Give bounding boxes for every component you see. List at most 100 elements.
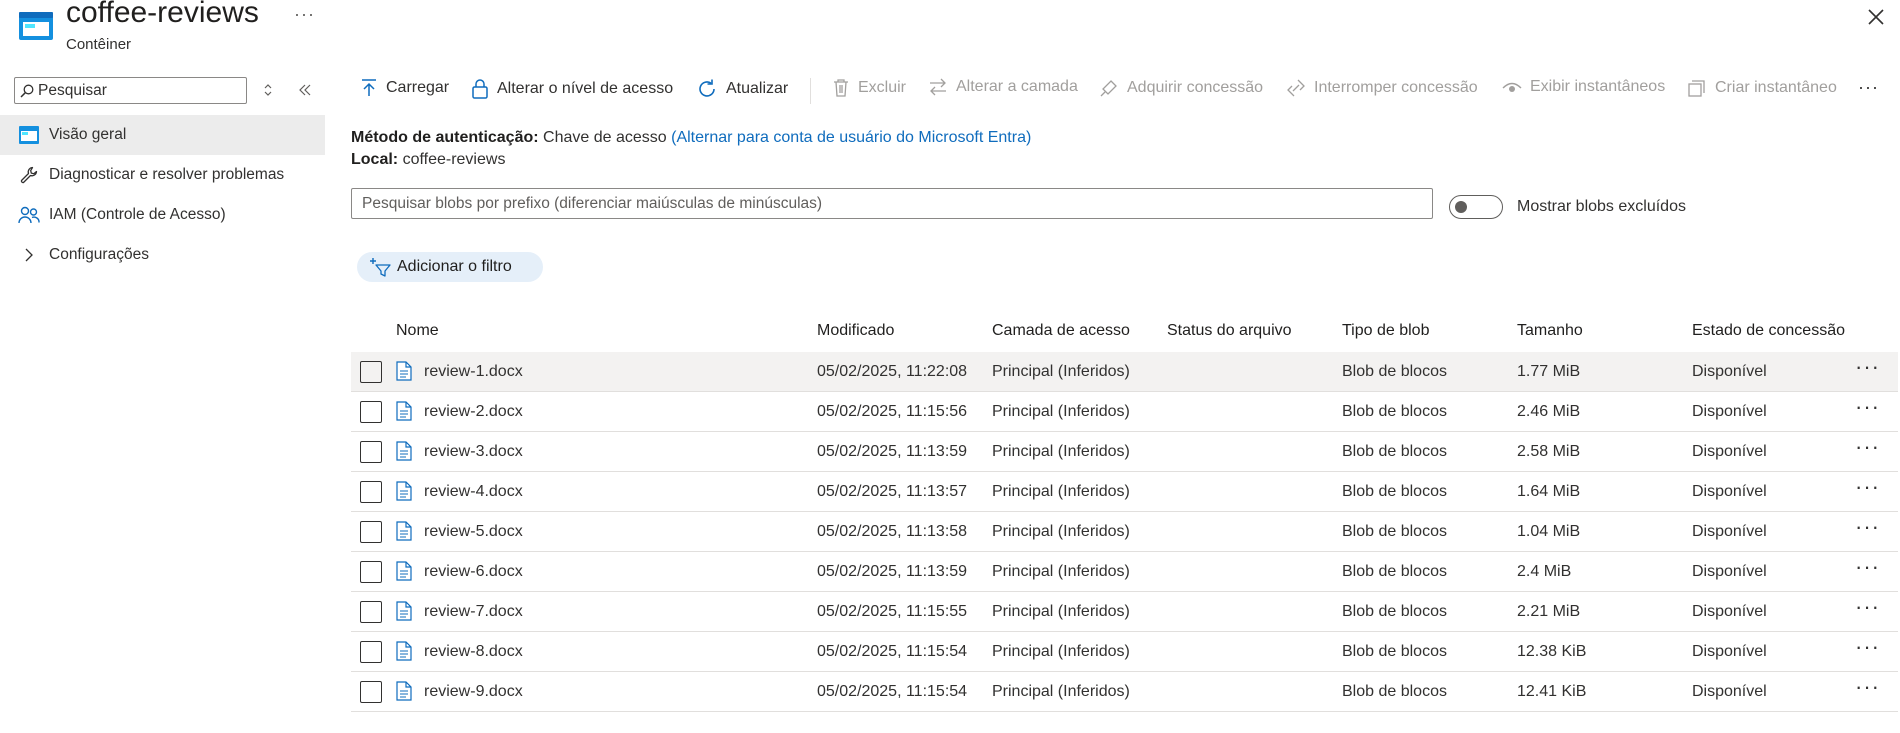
row-more-button[interactable]: ···	[1855, 676, 1880, 698]
document-icon	[396, 681, 412, 701]
table-row[interactable]: review-3.docx 05/02/2025, 11:13:59 Princ…	[351, 432, 1898, 472]
table-row[interactable]: review-2.docx 05/02/2025, 11:15:56 Princ…	[351, 392, 1898, 432]
create-snapshot-label: Criar instantâneo	[1715, 79, 1837, 96]
row-more-button[interactable]: ···	[1855, 556, 1880, 578]
sidebar-item-iam[interactable]: IAM (Controle de Acesso)	[0, 195, 325, 235]
change-access-level-button[interactable]: Alterar o nível de acesso	[471, 78, 673, 100]
row-more-button[interactable]: ···	[1855, 476, 1880, 498]
row-checkbox[interactable]	[360, 641, 382, 663]
blob-name-link[interactable]: review-5.docx	[424, 523, 523, 541]
toolbar-divider	[810, 78, 811, 104]
refresh-button[interactable]: Atualizar	[696, 78, 788, 100]
blob-lease-state: Disponível	[1692, 403, 1767, 420]
row-checkbox[interactable]	[360, 401, 382, 423]
sidebar-item-overview[interactable]: Visão geral	[0, 115, 325, 155]
column-header-blob-type[interactable]: Tipo de blob	[1342, 322, 1429, 340]
title-more-button[interactable]: ···	[294, 4, 315, 25]
blob-prefix-search-input[interactable]	[351, 188, 1433, 219]
row-more-button[interactable]: ···	[1855, 516, 1880, 538]
table-row[interactable]: review-8.docx 05/02/2025, 11:15:54 Princ…	[351, 632, 1898, 672]
blob-size: 1.04 MiB	[1517, 523, 1581, 540]
add-filter-button[interactable]: Adicionar o filtro	[357, 252, 543, 282]
toolbar-more-button[interactable]: ···	[1858, 77, 1879, 98]
row-more-button[interactable]: ···	[1855, 596, 1880, 618]
document-icon	[396, 441, 412, 461]
access-level-label: Alterar o nível de acesso	[497, 80, 674, 97]
blob-name-link[interactable]: review-4.docx	[424, 483, 523, 501]
table-header: Nome Modificado Camada de acesso Status …	[351, 314, 1898, 353]
blob-name-link[interactable]: review-7.docx	[424, 603, 523, 621]
blob-tier: Principal (Inferidos)	[992, 363, 1130, 380]
column-header-tier[interactable]: Camada de acesso	[992, 322, 1130, 340]
table-row[interactable]: review-5.docx 05/02/2025, 11:13:58 Princ…	[351, 512, 1898, 552]
acquire-lease-button[interactable]: Adquirir concessão	[1099, 78, 1263, 98]
column-header-size[interactable]: Tamanho	[1517, 322, 1583, 340]
blob-type: Blob de blocos	[1342, 563, 1447, 580]
blob-lease-state: Disponível	[1692, 643, 1767, 660]
blob-tier: Principal (Inferidos)	[992, 483, 1130, 500]
blob-size: 1.64 MiB	[1517, 483, 1581, 500]
location-label: Local:	[351, 151, 399, 168]
change-tier-button[interactable]: Alterar a camada	[928, 78, 1078, 96]
table-row[interactable]: review-1.docx 05/02/2025, 11:22:08 Princ…	[351, 352, 1898, 392]
close-button[interactable]	[1865, 6, 1887, 28]
add-filter-label: Adicionar o filtro	[397, 258, 512, 275]
blob-name-link[interactable]: review-2.docx	[424, 403, 523, 421]
row-more-button[interactable]: ···	[1855, 356, 1880, 378]
row-more-button[interactable]: ···	[1855, 636, 1880, 658]
row-checkbox[interactable]	[360, 561, 382, 583]
blob-name-link[interactable]: review-1.docx	[424, 363, 523, 381]
blob-modified: 05/02/2025, 11:15:54	[817, 683, 968, 700]
sidebar-item-label: Visão geral	[49, 126, 127, 143]
show-deleted-toggle[interactable]	[1449, 195, 1503, 219]
table-row[interactable]: review-9.docx 05/02/2025, 11:15:54 Princ…	[351, 672, 1898, 712]
column-header-lease-state[interactable]: Estado de concessão	[1692, 322, 1845, 340]
table-row[interactable]: review-6.docx 05/02/2025, 11:13:59 Princ…	[351, 552, 1898, 592]
column-header-modified[interactable]: Modificado	[817, 322, 894, 340]
switch-auth-link[interactable]: (Alternar para conta de usuário do Micro…	[671, 129, 1031, 146]
row-more-button[interactable]: ···	[1855, 396, 1880, 418]
auth-method-label: Método de autenticação:	[351, 129, 539, 146]
swap-arrows-icon	[928, 78, 948, 96]
table-row[interactable]: review-7.docx 05/02/2025, 11:15:55 Princ…	[351, 592, 1898, 632]
blob-size: 2.46 MiB	[1517, 403, 1581, 420]
row-checkbox[interactable]	[360, 481, 382, 503]
table-row[interactable]: review-4.docx 05/02/2025, 11:13:57 Princ…	[351, 472, 1898, 512]
sidebar-item-diagnose[interactable]: Diagnosticar e resolver problemas	[0, 155, 325, 195]
blob-type: Blob de blocos	[1342, 683, 1447, 700]
sidebar-item-label: Configurações	[49, 246, 149, 263]
delete-button[interactable]: Excluir	[832, 78, 906, 98]
upload-button[interactable]: Carregar	[360, 78, 449, 98]
toggle-knob	[1455, 201, 1467, 213]
auth-method-line: Método de autenticação: Chave de acesso …	[351, 129, 1031, 147]
collapse-sidebar-icon[interactable]	[298, 83, 312, 97]
blob-type: Blob de blocos	[1342, 603, 1447, 620]
sidebar-item-settings[interactable]: Configurações	[0, 235, 325, 275]
blob-lease-state: Disponível	[1692, 363, 1767, 380]
row-checkbox[interactable]	[360, 521, 382, 543]
blob-name-link[interactable]: review-8.docx	[424, 643, 523, 661]
acquire-lease-label: Adquirir concessão	[1127, 79, 1264, 96]
lock-icon	[471, 78, 489, 100]
column-header-name[interactable]: Nome	[396, 322, 439, 340]
create-snapshot-button[interactable]: Criar instantâneo	[1687, 78, 1837, 98]
blob-name-link[interactable]: review-3.docx	[424, 443, 523, 461]
blob-lease-state: Disponível	[1692, 443, 1767, 460]
row-more-button[interactable]: ···	[1855, 436, 1880, 458]
view-snapshots-button[interactable]: Exibir instantâneos	[1502, 78, 1665, 96]
blob-modified: 05/02/2025, 11:15:55	[817, 603, 968, 620]
row-checkbox[interactable]	[360, 681, 382, 703]
column-header-archive-status[interactable]: Status do arquivo	[1167, 322, 1292, 340]
row-checkbox[interactable]	[360, 361, 382, 383]
sidebar-search-input[interactable]	[34, 81, 228, 100]
sidebar-search[interactable]	[14, 77, 247, 104]
blob-modified: 05/02/2025, 11:13:59	[817, 443, 968, 460]
row-checkbox[interactable]	[360, 601, 382, 623]
row-checkbox[interactable]	[360, 441, 382, 463]
blob-type: Blob de blocos	[1342, 443, 1447, 460]
blob-name-link[interactable]: review-6.docx	[424, 563, 523, 581]
document-icon	[396, 641, 412, 661]
blob-name-link[interactable]: review-9.docx	[424, 683, 523, 701]
sort-toggle-icon[interactable]	[262, 83, 274, 97]
break-lease-button[interactable]: Interromper concessão	[1286, 78, 1478, 98]
